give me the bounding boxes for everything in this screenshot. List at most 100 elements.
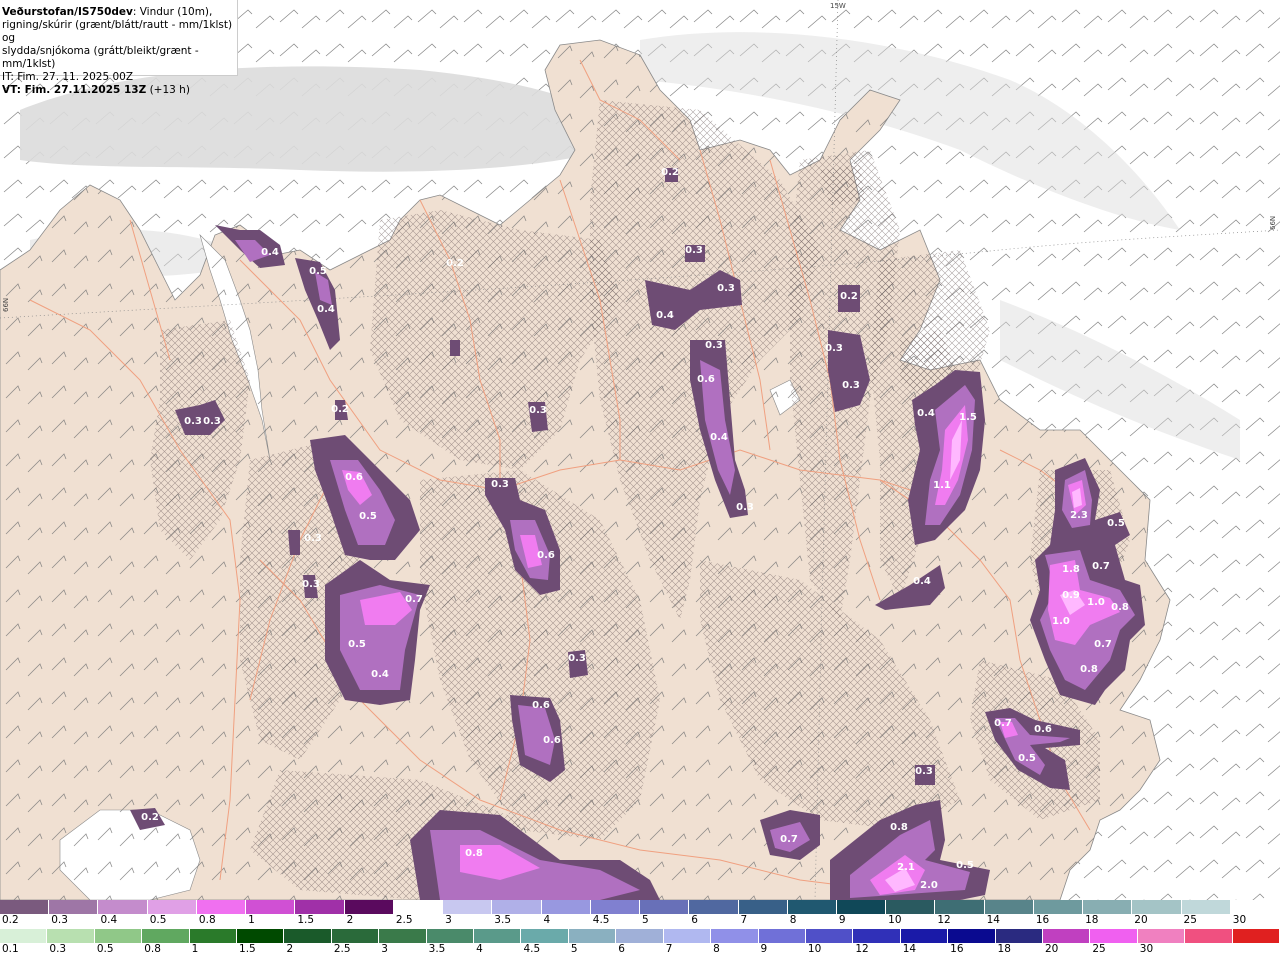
precip-label: 0.5 (1018, 753, 1036, 764)
legend-snow-swatch (443, 900, 493, 914)
precip-label: 0.3 (825, 343, 843, 354)
legend-snow-label: 0.5 (149, 914, 167, 926)
legend-rain-label: 7 (665, 943, 673, 955)
valid-time: VT: Fim. 27.11.2025 13Z (2, 84, 147, 96)
precip-label: 0.3 (203, 416, 221, 427)
legend-rain-label: 0.1 (2, 943, 19, 955)
legend-snow-swatch (196, 900, 247, 914)
legend-rain: 0.1 0.3 0.5 0.8 1 1.5 2 2.5 3 3.5 4 4.5 5 6 7 8 9 10 12 14 1… (0, 929, 1280, 959)
legend-rain-swatch (1137, 929, 1186, 943)
weather-map: 15W 66N 66N 0.4 0.5 0.4 0.2 0.3 0.3 0.6 … (0, 0, 1280, 958)
precip-label: 1.1 (933, 480, 951, 491)
precip-label: 0.4 (371, 669, 389, 680)
precip-label: 0.6 (537, 550, 555, 561)
precip-label: 0.4 (917, 408, 935, 419)
legend-rain-swatch (1090, 929, 1138, 943)
precip-label: 0.2 (331, 404, 349, 415)
legend-rain-swatch (1232, 929, 1280, 943)
info-box: Veðurstofan/IS750dev: Vindur (10m), rign… (0, 0, 238, 96)
legend-rain-swatch (995, 929, 1043, 943)
precip-label: 0.4 (317, 304, 335, 315)
valid-time-offset: (+13 h) (146, 84, 190, 96)
legend-snow-label: 12 (937, 914, 951, 926)
legend-snow-label: 2.5 (395, 914, 413, 926)
legend-snow-swatch (49, 900, 99, 914)
legend-snow-label: 25 (1183, 914, 1197, 926)
precip-label: 1.0 (1052, 616, 1070, 627)
legend-snow-label: 3.5 (494, 914, 511, 926)
precip-label: 0.5 (309, 266, 327, 277)
legend-rain-swatch (616, 929, 664, 943)
title-line: Veðurstofan/IS750dev: Vindur (10m), (2, 6, 237, 19)
legend-rain-label: 3 (381, 943, 388, 955)
precip-label: 2.1 (897, 862, 915, 873)
valid-time-line: VT: Fim. 27.11.2025 13Z (+13 h) (2, 84, 237, 97)
legend-snow-label: 3 (445, 914, 452, 926)
legend-rain-swatch (568, 929, 617, 943)
legend-rain-label: 20 (1044, 943, 1059, 955)
legend-rain-label: 6 (618, 943, 625, 955)
legend-snow-swatch (689, 900, 739, 914)
legend-snow-swatch (1033, 900, 1084, 914)
precip-label: 0.7 (405, 594, 423, 605)
precip-label: 0.7 (1094, 639, 1112, 650)
precip-label: 0.3 (304, 533, 322, 544)
legend-snow-label: 14 (986, 914, 1000, 926)
legend-rain-swatch (900, 929, 949, 943)
lat-label-right: 66N (1269, 216, 1277, 230)
legend-snow-label: 10 (888, 914, 902, 926)
lat-label-left: 66N (2, 298, 10, 312)
precip-label: 0.6 (1034, 724, 1052, 735)
legend-snow-label: 4.5 (592, 914, 610, 926)
precip-label: 0.3 (685, 245, 703, 256)
precip-label: 0.3 (717, 283, 735, 294)
precip-label: 0.8 (1080, 664, 1098, 675)
legend-snow-swatch (393, 900, 444, 914)
precip-label: 0.7 (780, 834, 798, 845)
precip-label: 0.8 (465, 848, 483, 859)
legend-snow-swatch (1230, 900, 1280, 914)
legend-rain-label: 16 (950, 943, 964, 955)
precip-label: 0.8 (890, 822, 908, 833)
legend-snow-swatch (886, 900, 936, 914)
precip-label: 0.2 (446, 258, 464, 269)
legend-snow-swatch (738, 900, 788, 914)
precip-label: 0.3 (302, 579, 320, 590)
description-3: slydda/snjókoma (grátt/bleikt/grænt - mm… (2, 45, 199, 70)
description-2: rigning/skúrir (grænt/blátt/rautt - mm/1… (2, 19, 233, 44)
legend-snow-swatch (1132, 900, 1182, 914)
legend-rain-swatch (758, 929, 806, 943)
legend-snow-swatch (295, 900, 345, 914)
legend-snow-swatch (0, 900, 50, 914)
legend-rain-swatch (1042, 929, 1091, 943)
legend-rain-label: 0.3 (49, 943, 67, 955)
legend-snow: 0.2 0.3 0.4 0.5 0.8 1 1.5 2 2.5 3 3.5 4 4.5 5 6 7 8 9 10 12… (0, 900, 1280, 930)
legend-snow-label: 9 (838, 914, 846, 926)
initial-time: IT: Fim. 27. 11. 2025 00Z (2, 71, 134, 83)
legend-snow-label: 7 (740, 914, 748, 926)
legend-rain-label: 1 (191, 943, 199, 955)
legend-rain-label: 10 (807, 943, 822, 955)
precip-label: 0.6 (543, 735, 561, 746)
legend-snow-label: 8 (789, 914, 797, 926)
precip-label: 0.2 (840, 291, 858, 302)
precip-label: 0.7 (994, 718, 1012, 729)
legend-snow-label: 6 (691, 914, 698, 926)
legend-snow-swatch (98, 900, 148, 914)
legend-snow-label: 5 (642, 914, 649, 926)
legend-snow-label: 30 (1232, 914, 1247, 926)
precip-label: 2.0 (920, 880, 938, 891)
legend-rain-swatch (237, 929, 285, 943)
precip-label: 0.5 (359, 511, 377, 522)
precip-label: 1.5 (959, 412, 977, 423)
precip-label: 0.4 (261, 247, 279, 258)
precip-label: 0.4 (656, 310, 674, 321)
legend-rain-label: 30 (1139, 943, 1154, 955)
legend-rain-label: 9 (760, 943, 768, 955)
precip-label: 0.2 (661, 167, 679, 178)
legend-rain-swatch (0, 929, 48, 943)
precip-label: 0.8 (1111, 602, 1129, 613)
legend-rain-swatch (142, 929, 190, 943)
legend-rain-swatch (189, 929, 238, 943)
legend-snow-label: 1 (248, 914, 255, 926)
